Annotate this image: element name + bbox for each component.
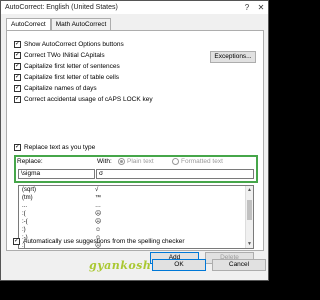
option-label: Correct TWo INitial CApitals <box>24 52 105 59</box>
title-bar: AutoCorrect: English (United States) ? ✕ <box>1 1 268 14</box>
list-item[interactable]: :(☹ <box>19 210 253 218</box>
option-names-of-days[interactable]: ✓ Capitalize names of days <box>14 85 97 92</box>
ok-button[interactable]: OK <box>152 259 206 271</box>
replace-label: Replace: <box>17 158 43 165</box>
option-replace-as-you-type[interactable]: ✓ Replace text as you type <box>14 144 95 151</box>
option-label: Automatically use suggestions from the s… <box>23 238 185 245</box>
autocorrect-panel: ✓ Show AutoCorrect Options buttons ✓ Cor… <box>6 30 264 264</box>
radio-icon <box>172 158 179 165</box>
option-label: Correct accidental usage of cAPS LOCK ke… <box>24 96 153 103</box>
option-auto-suggestions[interactable]: ✓ Automatically use suggestions from the… <box>13 238 185 245</box>
list-item[interactable]: (sqrt) √ <box>19 186 253 194</box>
with-label: With: <box>97 158 112 165</box>
option-label: Show AutoCorrect Options buttons <box>24 41 124 48</box>
checkbox[interactable]: ✓ <box>14 96 21 103</box>
window-title: AutoCorrect: English (United States) <box>5 4 118 11</box>
tab-autocorrect[interactable]: AutoCorrect <box>6 18 51 30</box>
radio-icon <box>118 158 125 165</box>
scroll-thumb[interactable] <box>247 200 252 220</box>
formatted-text-radio[interactable]: Formatted text <box>172 158 223 165</box>
option-label: Replace text as you type <box>24 144 96 151</box>
formatted-text-label: Formatted text <box>181 158 223 166</box>
checkbox[interactable]: ✓ <box>14 85 21 92</box>
scroll-up-icon[interactable]: ▲ <box>246 186 253 194</box>
checkbox[interactable]: ✓ <box>14 144 21 151</box>
option-label: Capitalize names of days <box>24 85 97 92</box>
list-item[interactable]: :) ☺ <box>19 226 253 234</box>
checkbox[interactable]: ✓ <box>14 63 21 70</box>
autocorrect-dialog: AutoCorrect: English (United States) ? ✕… <box>0 0 269 281</box>
option-first-letter-cells[interactable]: ✓ Capitalize first letter of table cells <box>14 74 119 81</box>
option-caps-lock[interactable]: ✓ Correct accidental usage of cAPS LOCK … <box>14 96 153 103</box>
plain-text-radio[interactable]: Plain text <box>118 158 154 165</box>
cancel-button[interactable]: Cancel <box>212 259 266 271</box>
option-label: Capitalize first letter of sentences <box>24 63 120 70</box>
replace-input[interactable]: \sigma <box>18 169 95 179</box>
option-show-buttons[interactable]: ✓ Show AutoCorrect Options buttons <box>14 41 124 48</box>
list-scrollbar[interactable]: ▲ ▼ <box>245 186 253 248</box>
option-label: Capitalize first letter of table cells <box>24 74 120 81</box>
tab-math-autocorrect[interactable]: Math AutoCorrect <box>50 18 112 30</box>
list-item[interactable]: (tm) ™ <box>19 194 253 202</box>
scroll-down-icon[interactable]: ▼ <box>246 240 253 248</box>
option-two-initial-caps[interactable]: ✓ Correct TWo INitial CApitals <box>14 52 105 59</box>
with-input[interactable]: σ <box>96 169 254 179</box>
exceptions-button[interactable]: Exceptions... <box>210 51 256 63</box>
checkbox[interactable]: ✓ <box>14 41 21 48</box>
help-button[interactable]: ? <box>240 3 254 12</box>
checkbox[interactable]: ✓ <box>13 238 20 245</box>
close-button[interactable]: ✕ <box>254 3 268 12</box>
checkbox[interactable]: ✓ <box>14 74 21 81</box>
list-item[interactable]: ...… <box>19 202 253 210</box>
list-item[interactable]: :-(☹ <box>19 218 253 226</box>
option-first-letter-sentences[interactable]: ✓ Capitalize first letter of sentences <box>14 63 120 70</box>
plain-text-label: Plain text <box>127 158 154 166</box>
tab-strip: AutoCorrect Math AutoCorrect <box>6 18 112 30</box>
checkbox[interactable]: ✓ <box>14 52 21 59</box>
